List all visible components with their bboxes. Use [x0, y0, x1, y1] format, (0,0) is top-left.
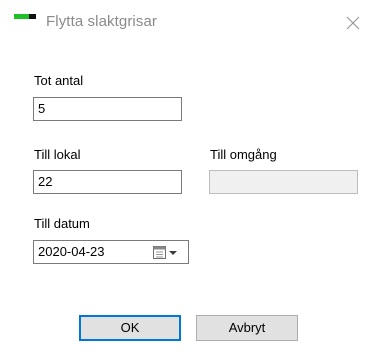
- till-omgang-label: Till omgång: [210, 147, 277, 162]
- dialog-window: Flytta slaktgrisar Tot antal 5 Till loka…: [0, 0, 378, 353]
- date-dropdown-button[interactable]: [152, 245, 184, 260]
- till-lokal-label: Till lokal: [34, 147, 81, 162]
- calendar-icon: [153, 246, 166, 259]
- ok-button[interactable]: OK: [79, 315, 181, 341]
- chevron-down-icon: [169, 251, 177, 255]
- title-bar: Flytta slaktgrisar: [0, 0, 378, 46]
- cancel-button[interactable]: Avbryt: [196, 315, 298, 341]
- app-logo-icon: [14, 14, 38, 20]
- till-datum-picker[interactable]: 2020-04-23: [33, 240, 189, 264]
- close-button[interactable]: [344, 14, 362, 32]
- tot-antal-label: Tot antal: [34, 73, 84, 88]
- close-icon: [346, 16, 360, 30]
- tot-antal-field[interactable]: 5: [33, 97, 182, 121]
- till-lokal-field[interactable]: 22: [33, 170, 182, 194]
- till-datum-value: 2020-04-23: [38, 244, 105, 259]
- window-title: Flytta slaktgrisar: [46, 13, 157, 30]
- till-datum-label: Till datum: [34, 216, 90, 231]
- till-omgang-field: [209, 170, 358, 194]
